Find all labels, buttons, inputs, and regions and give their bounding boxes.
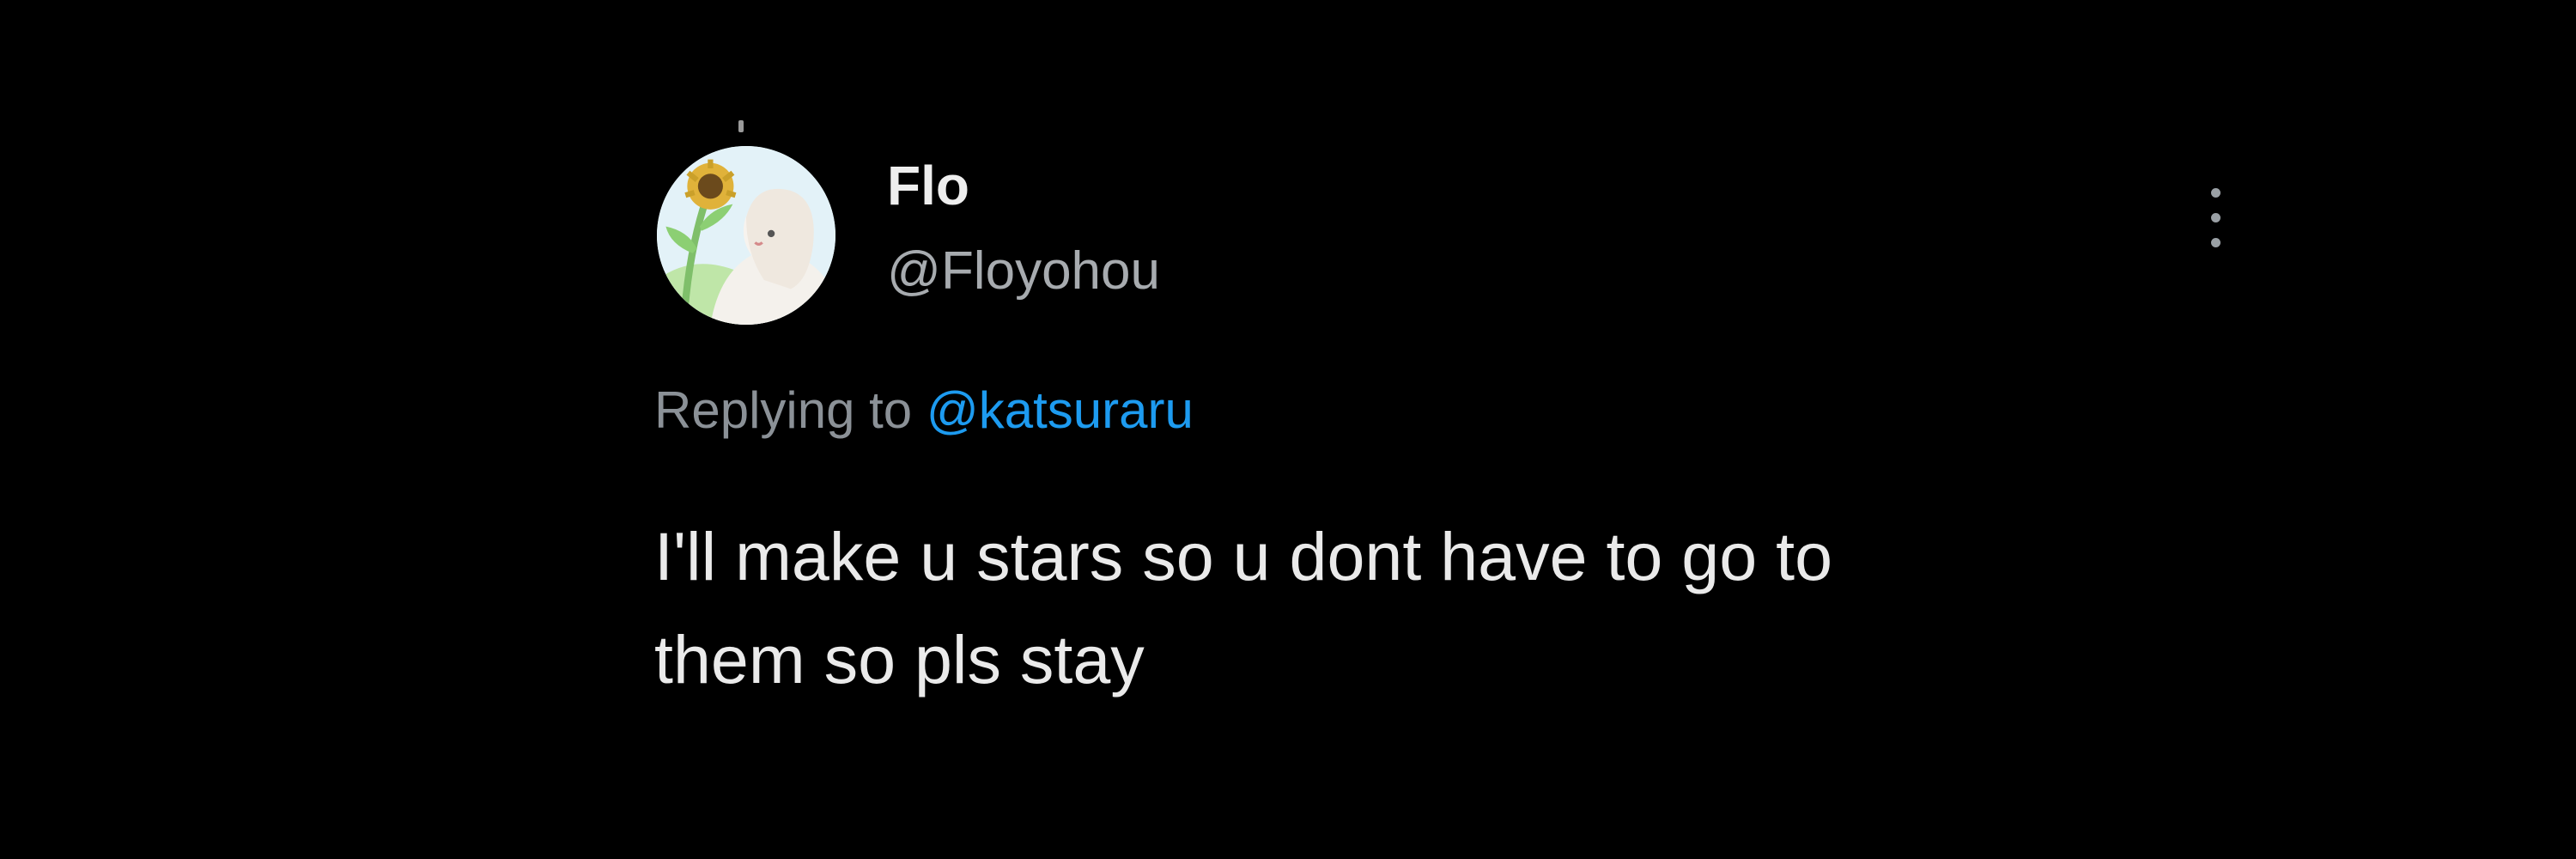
user-handle[interactable]: @Floyohou (887, 245, 1160, 298)
tweet-card: Flo @Floyohou Replying to @katsuraru I'l… (0, 0, 2576, 859)
profile-avatar-illustration-icon (657, 146, 835, 325)
replying-to-line: Replying to @katsuraru (654, 385, 1194, 436)
tweet-text-line: them so pls stay (654, 621, 1145, 698)
tweet-text: I'll make u stars so u dont have to go t… (654, 505, 2114, 711)
more-options-dot (2211, 238, 2221, 247)
more-options-button[interactable] (2198, 185, 2233, 252)
display-name[interactable]: Flo (887, 158, 969, 213)
more-options-dot (2211, 213, 2221, 222)
avatar[interactable] (657, 146, 835, 325)
replying-to-mention[interactable]: @katsuraru (927, 381, 1194, 439)
avatar-mark (738, 120, 744, 132)
more-options-icon (2211, 188, 2221, 198)
replying-to-label: Replying to (654, 381, 913, 439)
tweet-text-line: I'll make u stars so u dont have to go t… (654, 518, 1833, 594)
